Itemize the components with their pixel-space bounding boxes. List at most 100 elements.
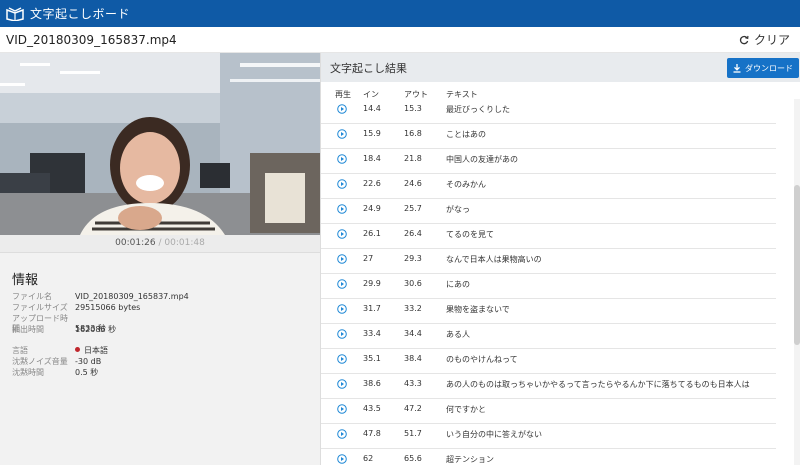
row-in: 43.5 — [363, 404, 381, 413]
book-icon — [6, 6, 24, 21]
results-list[interactable]: 14.4 15.3 最近びっくりした 15.9 16.8 ことはあの 18.4 … — [321, 99, 800, 465]
table-row[interactable]: 38.6 43.3 あの人のものは取っちゃいかやるって言ったらやるんか下に落ちて… — [321, 374, 776, 399]
row-out: 26.4 — [404, 229, 422, 238]
play-icon[interactable] — [337, 254, 347, 264]
info-label: 言語 — [12, 346, 28, 355]
play-icon[interactable] — [337, 404, 347, 414]
row-out: 65.6 — [404, 454, 422, 463]
table-row[interactable]: 31.7 33.2 果物を盗まないで — [321, 299, 776, 324]
table-row[interactable]: 18.4 21.8 中国人の友達があの — [321, 149, 776, 174]
play-icon[interactable] — [337, 454, 347, 464]
row-in: 62 — [363, 454, 374, 463]
app-title: 文字起こしボード — [30, 7, 131, 21]
row-out: 51.7 — [404, 429, 422, 438]
table-row[interactable]: 43.5 47.2 何ですかと — [321, 399, 776, 424]
info-label: 沈黙ノイズ音量 — [12, 357, 68, 366]
scrollbar-thumb[interactable] — [794, 185, 800, 345]
play-icon[interactable] — [337, 329, 347, 339]
row-in: 35.1 — [363, 354, 381, 363]
row-text: 最近びっくりした — [446, 105, 510, 114]
file-name: VID_20180309_165837.mp4 — [6, 32, 177, 47]
download-label: ダウンロード — [745, 63, 793, 73]
row-out: 38.4 — [404, 354, 422, 363]
row-text: ことはあの — [446, 130, 486, 139]
info-heading: 情報 — [12, 273, 39, 288]
row-text: のものやけんねって — [446, 355, 518, 364]
results-panel: 文字起こし結果 ダウンロード 再生 イン アウト テキスト 14.4 15.3 … — [320, 53, 800, 465]
row-out: 15.3 — [404, 104, 422, 113]
row-in: 22.6 — [363, 179, 381, 188]
file-bar: VID_20180309_165837.mp4 クリア — [0, 27, 800, 53]
row-text: 中国人の友達があの — [446, 155, 518, 164]
row-in: 26.1 — [363, 229, 381, 238]
play-icon[interactable] — [337, 229, 347, 239]
info-value: 29515066 bytes — [75, 303, 141, 312]
play-icon[interactable] — [337, 204, 347, 214]
clear-button[interactable]: クリア — [739, 31, 790, 48]
info-value: VID_20180309_165837.mp4 — [75, 292, 189, 301]
play-icon[interactable] — [337, 379, 347, 389]
row-out: 24.6 — [404, 179, 422, 188]
row-in: 31.7 — [363, 304, 381, 313]
play-icon[interactable] — [337, 279, 347, 289]
info-label: 沈黙時間 — [12, 368, 44, 377]
time-separator: / — [158, 238, 162, 248]
video-player[interactable] — [0, 53, 320, 235]
info-value: -30 dB — [75, 357, 102, 366]
info-value: 0.5 秒 — [75, 368, 99, 377]
play-icon[interactable] — [337, 354, 347, 364]
info-label: ファイルサイズ — [12, 303, 68, 312]
results-scrollbar[interactable] — [794, 99, 800, 465]
app-bar: 文字起こしボード — [0, 0, 800, 27]
row-out: 47.2 — [404, 404, 422, 413]
info-row-language: 言語 日本語 — [12, 346, 108, 356]
row-in: 14.4 — [363, 104, 381, 113]
row-out: 33.2 — [404, 304, 422, 313]
play-icon[interactable] — [337, 304, 347, 314]
info-label: 抽出時間 — [12, 325, 44, 334]
row-out: 34.4 — [404, 329, 422, 338]
results-title: 文字起こし結果 — [330, 61, 407, 75]
table-row[interactable]: 33.4 34.4 ある人 — [321, 324, 776, 349]
play-icon[interactable] — [337, 129, 347, 139]
play-icon[interactable] — [337, 104, 347, 114]
play-icon[interactable] — [337, 179, 347, 189]
row-text: がなっ — [446, 205, 470, 214]
row-out: 29.3 — [404, 254, 422, 263]
language-dot-icon — [75, 347, 80, 352]
row-text: 何ですかと — [446, 405, 486, 414]
info-value: 日本語 — [84, 346, 108, 355]
player-time: 00:01:26 / 00:01:48 — [0, 235, 320, 252]
table-row[interactable]: 35.1 38.4 のものやけんねって — [321, 349, 776, 374]
download-button[interactable]: ダウンロード — [727, 58, 799, 78]
table-row[interactable]: 29.9 30.6 にあの — [321, 274, 776, 299]
table-row[interactable]: 47.8 51.7 いう自分の中に答えがない — [321, 424, 776, 449]
table-row[interactable]: 14.4 15.3 最近びっくりした — [321, 99, 776, 124]
row-in: 27 — [363, 254, 374, 263]
info-row-noise-level: 沈黙ノイズ音量 -30 dB — [12, 357, 101, 367]
info-row-silence-time: 沈黙時間 0.5 秒 — [12, 368, 98, 378]
results-column-header: 再生 イン アウト テキスト — [321, 82, 800, 99]
table-row[interactable]: 27 29.3 なんで日本人は果物高いの — [321, 249, 776, 274]
video-frame — [0, 53, 320, 235]
table-row[interactable]: 26.1 26.4 てるのを見て — [321, 224, 776, 249]
table-row[interactable]: 24.9 25.7 がなっ — [321, 199, 776, 224]
play-icon[interactable] — [337, 429, 347, 439]
table-row[interactable]: 62 65.6 超テンション — [321, 449, 776, 465]
row-text: あの人のものは取っちゃいかやるって言ったらやるんか下に落ちてるものも日本人は — [446, 380, 750, 389]
row-in: 33.4 — [363, 329, 381, 338]
row-text: 超テンション — [446, 455, 494, 464]
download-icon — [733, 63, 741, 73]
row-text: にあの — [446, 280, 470, 289]
row-out: 43.3 — [404, 379, 422, 388]
info-label: ファイル名 — [12, 292, 52, 301]
table-row[interactable]: 15.9 16.8 ことはあの — [321, 124, 776, 149]
refresh-icon — [739, 35, 749, 44]
clear-label: クリア — [753, 33, 790, 47]
table-row[interactable]: 22.6 24.6 そのみかん — [321, 174, 776, 199]
info-row-extract-time: 抽出時間 162086 秒 — [12, 325, 116, 335]
info-value: 162086 秒 — [75, 325, 117, 334]
play-icon[interactable] — [337, 154, 347, 164]
row-in: 29.9 — [363, 279, 381, 288]
row-in: 15.9 — [363, 129, 381, 138]
